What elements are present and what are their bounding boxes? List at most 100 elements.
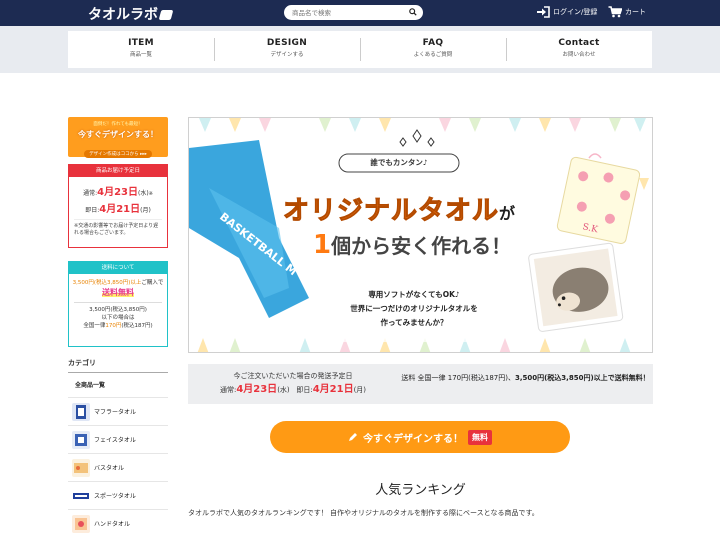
category-item-face[interactable]: フェイスタオル	[68, 425, 168, 453]
design-now-button[interactable]: 今すぐデザインする！ 無料	[270, 421, 570, 453]
delivery-normal: 通常:4月23日(水)※	[69, 183, 167, 198]
muffler-towel-thumb	[72, 402, 90, 421]
ranking-title: 人気ランキング	[375, 483, 466, 498]
free-shipping-label: 送料無料	[69, 287, 167, 298]
blue-towel-graphic: BASKETBALL M	[189, 140, 309, 318]
sports-towel-thumb	[72, 486, 90, 505]
fee-under-threshold: 3,500円(税込3,850円) 以下の場合は 全国一律170円(税込187円)	[69, 306, 167, 330]
category-item-sports[interactable]: スポーツタオル	[68, 481, 168, 509]
nav-item-item[interactable]: ITEM 商品一覧	[68, 31, 214, 68]
cart-label: カート	[625, 8, 646, 16]
category-item-hand[interactable]: ハンドタオル	[68, 509, 168, 537]
shipping-date-info: 今ご注文いただいた場合の発送予定日 通常:4月23日(水) 即日:4月21日(月…	[188, 370, 398, 397]
normal-date: 4月23日	[97, 187, 138, 198]
delivery-date-head: 商品お届け予定日	[69, 165, 167, 177]
cart-icon	[608, 6, 622, 18]
info-fee-free: 3,500円(税込3,850円)以上で送料無料！	[514, 374, 650, 382]
fee-threshold-rest: ご購入で	[141, 280, 164, 286]
fee-flat-price: 170円	[105, 323, 122, 329]
fee-flat: 全国一律170円(税込187円)	[69, 322, 167, 330]
hero-subtitle: 1個から安く作れる！	[313, 230, 511, 260]
face-towel-thumb	[72, 430, 90, 449]
shipping-fee-box: 送料について 3,500円(税込3,850円)以上ご購入で 送料無料 3,500…	[68, 261, 168, 347]
fee-under-text: 以下の場合は	[101, 315, 135, 321]
nav-sub-label: お問い合わせ	[562, 52, 596, 58]
express-date: 4月21日	[99, 204, 141, 215]
category-title: カテゴリ	[68, 358, 168, 373]
hero-title-main: オリジナルタオル	[282, 196, 500, 227]
nav-main-label: ITEM	[128, 38, 154, 48]
info-express-day: (月)	[353, 386, 367, 394]
top-bar: タオルラボ ログイン/登録 カート	[0, 0, 720, 26]
shipping-date-heading: 今ご注文いただいた場合の発送予定日	[233, 372, 353, 380]
category-label: フェイスタオル	[94, 437, 136, 444]
info-express-label: 即日:	[296, 386, 313, 394]
category-label: ハンドタオル	[94, 521, 131, 528]
shipping-info-bar: 今ご注文いただいた場合の発送予定日 通常:4月23日(水) 即日:4月21日(月…	[188, 364, 653, 404]
hero-title: オリジナルタオルが	[282, 190, 517, 227]
delivery-express: 即日:4月21日(月)	[69, 200, 167, 215]
login-icon	[537, 6, 550, 18]
cart-link[interactable]: カート	[608, 6, 646, 18]
nav-sub-label: よくあるご質問	[413, 52, 453, 58]
category-label: マフラータオル	[94, 409, 137, 416]
search-icon[interactable]	[409, 8, 417, 16]
main-nav: ITEM 商品一覧 DESIGN デザインする FAQ よくあるご質問 Cont…	[68, 31, 652, 68]
banner-main-text: 今すぐデザインする！	[78, 130, 158, 139]
hero-body-line: 作ってみませんか？	[380, 318, 448, 327]
ranking-description: タオルラボで人気のタオルランキングです！ 自作やオリジナルのタオルを制作する際に…	[188, 509, 539, 517]
category-item-muffler[interactable]: マフラータオル	[68, 397, 168, 425]
normal-suffix: ※	[148, 191, 153, 197]
design-now-banner[interactable]: 面倒だ！作れても最短！ 今すぐデザインする！ デザイン作成はココから ▸▸▸	[68, 117, 168, 158]
nav-main-label: FAQ	[422, 38, 444, 48]
nav-item-faq[interactable]: FAQ よくあるご質問	[360, 31, 506, 68]
express-day: (月)	[140, 207, 151, 214]
free-shipping-text: 送料無料	[102, 288, 134, 297]
login-link[interactable]: ログイン/登録	[536, 6, 597, 18]
search-box	[284, 5, 423, 20]
banner-top-text: 面倒だ！作れても最短！	[93, 122, 143, 127]
nav-item-design[interactable]: DESIGN デザインする	[214, 31, 360, 68]
hero-body-line: 専用ソフトがなくてもOK♪	[368, 290, 460, 299]
category-label: スポーツタオル	[94, 493, 136, 500]
info-normal-date: 4月23日	[236, 384, 278, 395]
banner-sub-text: デザイン作成はココから ▸▸▸	[84, 150, 152, 158]
express-label: 即日:	[85, 207, 100, 214]
info-normal-day: (水)	[277, 386, 290, 394]
normal-label: 通常:	[83, 190, 98, 197]
info-normal-label: 通常:	[219, 386, 237, 394]
free-badge: 無料	[468, 429, 492, 445]
category-item-bath[interactable]: バスタオル	[68, 453, 168, 481]
hero-sub-rest: 個から安く作れる！	[331, 234, 512, 258]
login-label: ログイン/登録	[553, 8, 598, 16]
hero-title-particle: が	[499, 204, 517, 223]
shipping-fee-info: 送料 全国一律 170円(税込187円)、3,500円(税込3,850円)以上で…	[398, 372, 653, 384]
search-input[interactable]	[292, 6, 404, 19]
hand-towel-thumb	[72, 514, 90, 533]
logo[interactable]: タオルラボ	[88, 4, 174, 24]
logo-text: タオルラボ	[88, 7, 158, 23]
category-all-link[interactable]: 全商品一覧	[75, 380, 105, 389]
nav-main-label: DESIGN	[266, 38, 308, 48]
category-label: バスタオル	[94, 465, 125, 472]
towel-logo-icon	[158, 10, 174, 20]
nav-item-contact[interactable]: Contact お問い合わせ	[506, 31, 652, 68]
fee-threshold: 3,500円(税込3,850円)以上ご購入で	[69, 278, 167, 286]
shipping-date-values: 通常:4月23日(水) 即日:4月21日(月)	[188, 383, 398, 397]
info-express-date: 4月21日	[312, 384, 354, 395]
hero-body-line: 世界に一つだけのオリジナルタオルを	[350, 304, 478, 313]
cta-label: 今すぐデザインする！	[363, 433, 463, 445]
shipping-fee-head: 送料について	[69, 262, 167, 274]
pencil-icon	[349, 433, 357, 441]
hedgehog-photo	[528, 242, 624, 332]
fee-divider	[74, 302, 162, 303]
flower-towel-graphic: S.K	[556, 156, 641, 244]
normal-day: (水)	[138, 190, 149, 197]
delivery-date-box: 商品お届け予定日 通常:4月23日(水)※ 即日:4月21日(月) ※交通の影響…	[68, 164, 168, 248]
hero-tag: 誰でもカンタン♪	[370, 158, 428, 167]
bath-towel-thumb	[72, 458, 90, 477]
delivery-note: ※交通の影響等でお届け予定日より遅れる場合もございます。	[74, 219, 162, 237]
hero-body: 専用ソフトがなくてもOK♪ 世界に一つだけのオリジナルタオルを 作ってみませんか…	[334, 288, 494, 330]
nav-sub-label: デザインする	[270, 52, 304, 58]
hero-banner[interactable]: BASKETBALL M S.K 誰でもカンタン♪ オリジナルタオルが 1個から…	[188, 117, 653, 353]
